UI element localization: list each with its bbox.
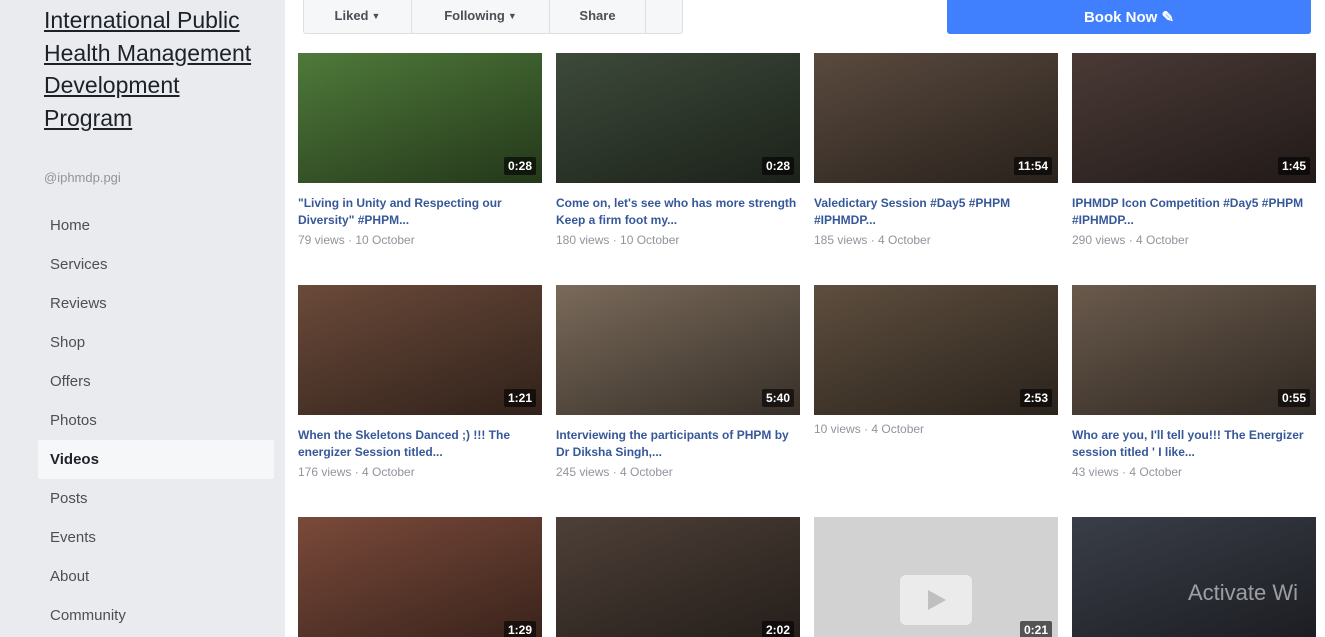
video-card[interactable]: 5:40 Interviewing the participants of PHP… [556,285,800,480]
sidebar-item-reviews[interactable]: Reviews [38,284,274,323]
sidebar-item-shop[interactable]: Shop [38,323,274,362]
video-thumbnail[interactable]: 0:55 [1072,285,1316,415]
video-duration: 0:28 [761,157,794,175]
liked-button[interactable]: Liked ▼ [304,0,412,33]
video-title[interactable]: Valedictary Session #Day5 #PHPM #IPHMDP.… [814,195,1058,229]
video-meta: 10 views · 4 October [814,422,925,436]
video-meta: 180 views · 10 October [556,233,680,247]
video-duration: 0:28 [503,157,536,175]
following-label: Following [444,8,505,23]
videos-panel: Liked ▼ Following ▼ Share Book Now ✎ 0:28 "… [285,0,1325,637]
video-thumbnail[interactable]: 0:28 [298,53,542,183]
sidebar-item-community[interactable]: Community [38,596,274,635]
video-card[interactable]: 2:53 10 views · 4 October [814,285,1058,437]
video-title[interactable]: Come on, let's see who has more strength… [556,195,800,229]
video-card[interactable]: 1:21 When the Skeletons Danced ;) !!! The… [298,285,542,480]
liked-label: Liked [334,8,369,23]
sidebar-item-about[interactable]: About [38,557,274,596]
video-card[interactable]: 0:28 Come on, let's see who has more stre… [556,53,800,248]
video-meta: 43 views · 4 October [1072,465,1183,479]
video-card[interactable]: 1:45 IPHMDP Icon Competition #Day5 #PHPM … [1072,53,1316,248]
following-button[interactable]: Following ▼ [412,0,550,33]
video-thumbnail[interactable]: 0:28 [556,53,800,183]
video-duration: 1:29 [503,621,536,637]
page-action-bar: Liked ▼ Following ▼ Share [303,0,683,34]
video-duration: 0:55 [1277,389,1310,407]
video-meta: 176 views · 4 October [298,465,415,479]
video-duration: 1:21 [503,389,536,407]
activation-watermark: Activate Wi [1188,580,1299,605]
page-title[interactable]: International Public Health Management D… [44,4,274,134]
video-thumbnail[interactable]: 1:29 [298,517,542,637]
sidebar-item-posts[interactable]: Posts [38,479,274,518]
video-card[interactable] [1072,517,1316,637]
page-handle[interactable]: @iphmdp.pgi [44,170,121,185]
book-now-button[interactable]: Book Now ✎ [947,0,1311,34]
video-meta: 290 views · 4 October [1072,233,1189,247]
video-card[interactable]: 0:21 [814,517,1058,637]
video-duration: 2:02 [761,621,794,637]
video-thumbnail[interactable]: 2:02 [556,517,800,637]
sidebar-item-services[interactable]: Services [38,245,274,284]
video-card[interactable]: 1:29 [298,517,542,637]
play-triangle [928,590,946,610]
video-thumbnail[interactable] [1072,517,1316,637]
caret-down-icon: ▼ [507,11,517,21]
video-duration: 11:54 [1013,157,1052,175]
share-button[interactable]: Share [550,0,646,33]
video-meta: 79 views · 10 October [298,233,415,247]
video-thumbnail[interactable]: 2:53 [814,285,1058,415]
sidebar: International Public Health Management D… [0,0,285,637]
video-duration: 5:40 [761,389,794,407]
video-title[interactable]: "Living in Unity and Respecting our Dive… [298,195,542,229]
caret-down-icon: ▼ [371,11,381,21]
video-thumbnail[interactable]: 0:21 [814,517,1058,637]
video-thumbnail[interactable]: 1:45 [1072,53,1316,183]
video-card[interactable]: 2:02 [556,517,800,637]
book-now-label: Book Now [1083,9,1158,26]
video-title[interactable]: IPHMDP Icon Competition #Day5 #PHPM #IPH… [1072,195,1316,229]
video-title[interactable]: When the Skeletons Danced ;) !!! The ene… [298,427,542,461]
play-icon [900,575,972,625]
video-meta: 245 views · 4 October [556,465,673,479]
sidebar-item-photos[interactable]: Photos [38,401,274,440]
video-title[interactable]: Interviewing the participants of PHPM by… [556,427,800,461]
sidebar-item-videos[interactable]: Videos [38,440,274,479]
video-duration: 1:45 [1277,157,1310,175]
more-button[interactable] [646,0,682,33]
video-duration: 0:21 [1019,621,1052,637]
video-card[interactable]: 0:28 "Living in Unity and Respecting our … [298,53,542,248]
video-thumbnail[interactable]: 5:40 [556,285,800,415]
pencil-icon: ✎ [1161,9,1175,26]
sidebar-item-home[interactable]: Home [38,206,274,245]
video-thumbnail[interactable]: 11:54 [814,53,1058,183]
video-title[interactable]: Who are you, I'll tell you!!! The Energi… [1072,427,1316,461]
video-card[interactable]: 0:55 Who are you, I'll tell you!!! The En… [1072,285,1316,480]
video-duration: 2:53 [1019,389,1052,407]
video-card[interactable]: 11:54 Valedictary Session #Day5 #PHPM #IP… [814,53,1058,248]
video-thumbnail[interactable]: 1:21 [298,285,542,415]
video-meta: 185 views · 4 October [814,233,931,247]
sidebar-nav: Home Services Reviews Shop Offers Photos… [38,206,274,635]
sidebar-item-events[interactable]: Events [38,518,274,557]
sidebar-item-offers[interactable]: Offers [38,362,274,401]
